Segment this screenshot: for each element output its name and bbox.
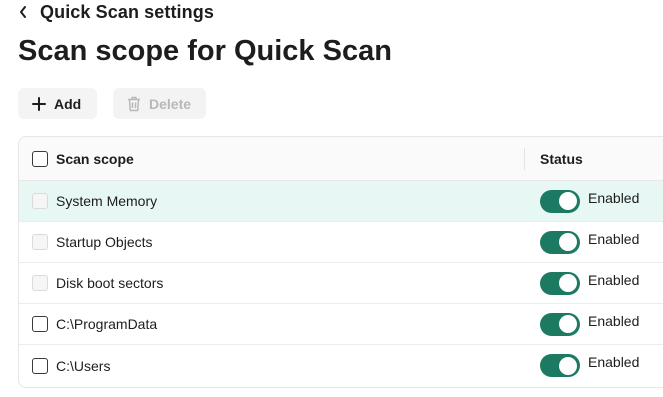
delete-button-label: Delete [149,95,192,112]
trash-icon [128,96,140,111]
add-button-label: Add [54,95,82,112]
status-label: Enabled [588,231,640,247]
table-row[interactable]: System Memory Enabled [19,181,663,222]
scan-scope-name: System Memory [56,193,158,209]
status-label: Enabled [588,190,640,206]
status-toggle[interactable] [540,354,580,377]
toggle-knob [559,192,577,210]
status-label: Enabled [588,354,640,370]
status-toggle[interactable] [540,312,580,336]
row-checkbox [32,275,48,291]
toolbar: Add Delete [18,88,206,119]
row-checkbox[interactable] [32,316,48,332]
toggle-knob [559,274,577,292]
chevron-left-icon [20,6,26,18]
table-row[interactable]: C:\ProgramData Enabled [19,304,663,345]
scan-scope-name: Disk boot sectors [56,275,164,291]
status-label: Enabled [588,272,640,288]
scan-scope-table: Scan scope Status System Memory Enabled St… [18,136,663,388]
add-button[interactable]: Add [18,88,97,119]
select-all-checkbox[interactable] [32,150,48,167]
toggle-knob [559,233,577,251]
page-title: Scan scope for Quick Scan [18,35,392,67]
row-checkbox [32,234,48,250]
row-checkbox [32,193,48,209]
scan-scope-name: C:\Users [56,357,111,374]
table-header: Scan scope Status [19,137,663,181]
column-header-status: Status [540,150,583,167]
toggle-knob [559,356,577,375]
status-toggle[interactable] [540,230,580,254]
scan-scope-name: Startup Objects [56,234,153,250]
status-toggle[interactable] [540,271,580,295]
back-link[interactable]: Quick Scan settings [18,0,214,24]
toggle-knob [559,315,577,333]
delete-button[interactable]: Delete [113,88,206,119]
column-divider[interactable] [524,148,525,170]
scan-scope-name: C:\ProgramData [56,316,158,332]
table-row[interactable]: Disk boot sectors Enabled [19,263,663,304]
table-row[interactable]: Startup Objects Enabled [19,222,663,263]
status-label: Enabled [588,313,640,329]
plus-icon [32,96,46,111]
column-header-scan-scope: Scan scope [56,150,134,167]
row-checkbox[interactable] [32,357,48,374]
back-link-label: Quick Scan settings [40,1,214,22]
status-toggle[interactable] [540,189,580,213]
table-row[interactable]: C:\Users Enabled [19,345,663,386]
